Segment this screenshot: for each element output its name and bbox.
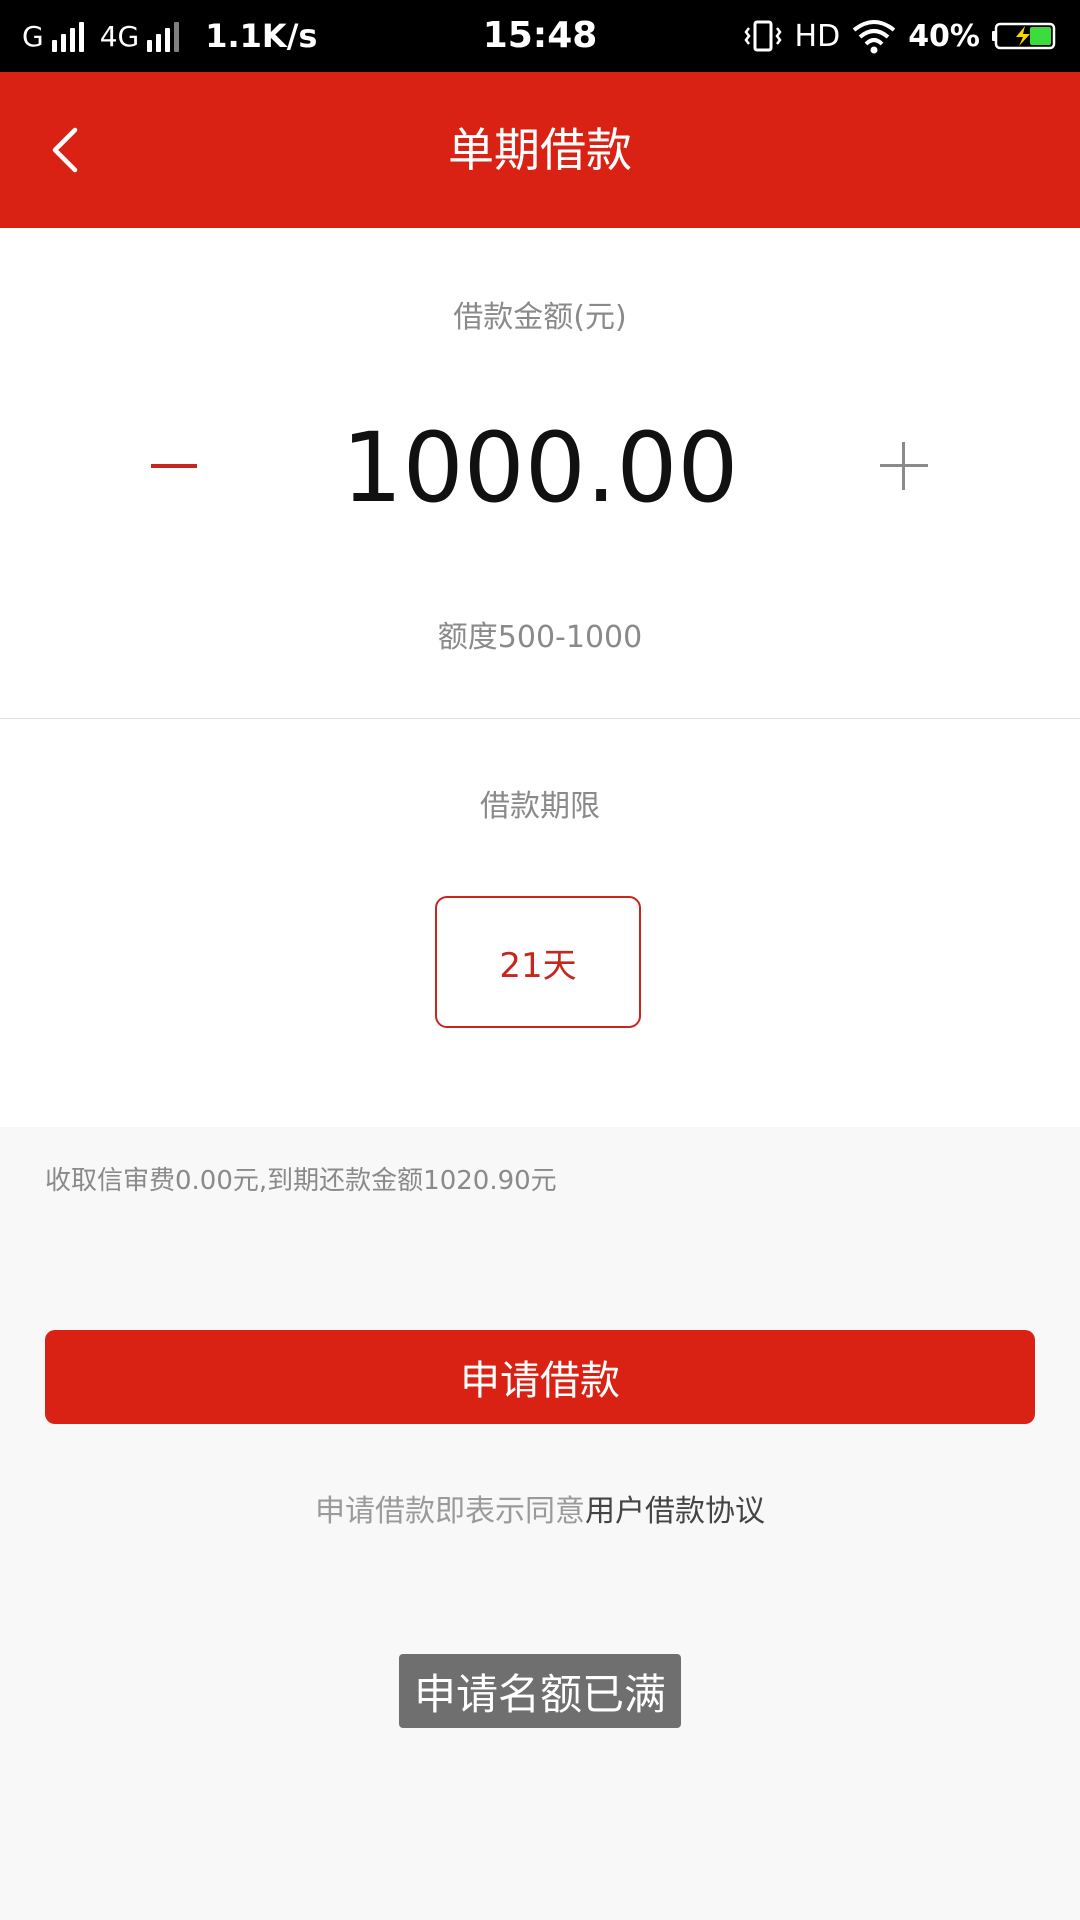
signal-icon: [51, 20, 84, 52]
minus-icon: [151, 464, 197, 468]
agreement-text: 申请借款即表示同意用户借款协议: [0, 1486, 1080, 1530]
term-label: 借款期限: [480, 789, 600, 824]
network-label-4g: 4G: [99, 19, 140, 53]
network-label-g: G: [22, 19, 44, 53]
vibrate-icon: [743, 20, 782, 52]
wifi-icon: [852, 20, 896, 54]
back-button[interactable]: [30, 114, 100, 186]
battery-charging-icon: [992, 22, 1056, 50]
amount-range: 额度500-1000: [437, 620, 643, 655]
toast-message: 申请名额已满: [399, 1654, 681, 1728]
fee-info: 收取信审费0.00元,到期还款金额1020.90元: [45, 1166, 557, 1196]
hd-label: HD: [794, 18, 841, 54]
apply-loan-button[interactable]: 申请借款: [45, 1330, 1035, 1424]
status-right: HD 40%: [743, 0, 1058, 72]
term-option-21-days[interactable]: 21天: [435, 896, 641, 1028]
status-bar: G 4G 1.1K/s 15:48 HD 40%: [0, 0, 1080, 72]
signal-icon: [147, 20, 180, 52]
page-title: 单期借款: [448, 123, 632, 177]
battery-percent: 40%: [908, 18, 980, 54]
amount-label: 借款金额(元): [453, 300, 627, 335]
term-card: 借款期限 21天: [0, 719, 1080, 1127]
chevron-left-icon: [52, 127, 78, 173]
plus-icon-vertical: [902, 442, 905, 490]
network-speed: 1.1K/s: [205, 17, 318, 55]
app-header: 单期借款: [0, 72, 1080, 228]
increase-amount-button[interactable]: [862, 424, 946, 508]
agreement-prefix: 申请借款即表示同意: [315, 1494, 585, 1529]
decrease-amount-button[interactable]: [132, 424, 216, 508]
user-loan-agreement-link[interactable]: 用户借款协议: [585, 1494, 765, 1529]
amount-card: 借款金额(元) 1000.00 额度500-1000: [0, 228, 1080, 719]
status-left: G 4G 1.1K/s: [22, 0, 317, 72]
